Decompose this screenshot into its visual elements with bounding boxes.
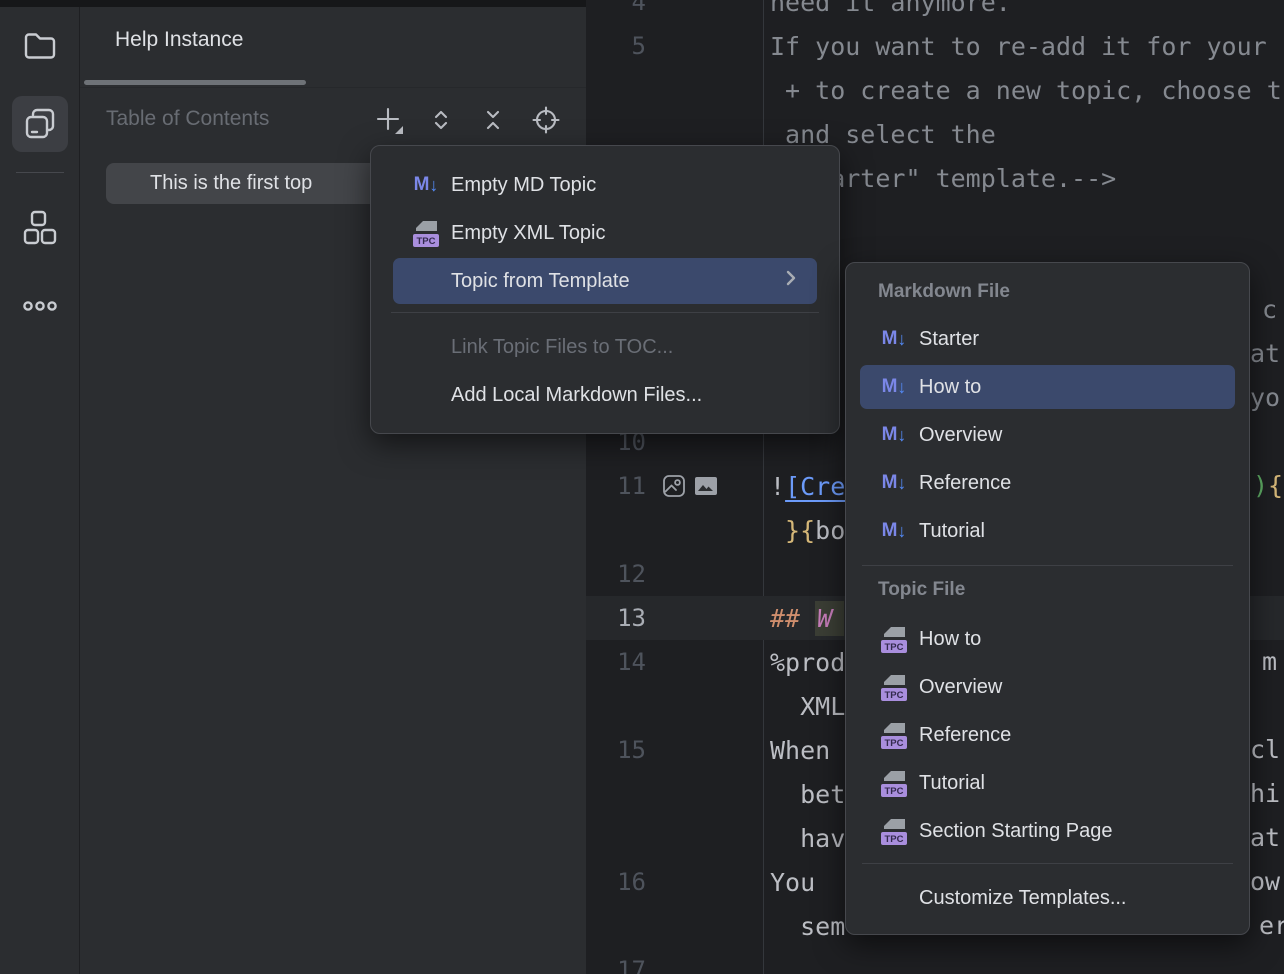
brace-tokens: }{ (770, 516, 815, 545)
submenu-item-overview-md[interactable]: M↓ Overview (860, 413, 1235, 457)
topic-file-icon: TPC (879, 720, 909, 750)
section-header-topic-file: Topic File (878, 575, 965, 605)
menu-item-topic-from-template[interactable]: Topic from Template (393, 258, 817, 304)
menu-separator (862, 863, 1233, 864)
header-divider (80, 87, 586, 88)
markdown-file-icon: M↓ (411, 174, 441, 196)
menu-item-empty-md-topic[interactable]: M↓ Empty MD Topic (393, 162, 817, 208)
code-fragment: cl (1250, 728, 1280, 772)
window-top-edge (0, 0, 586, 7)
svg-text:TPC: TPC (885, 642, 904, 653)
paren-fragment: ) (1253, 464, 1268, 508)
expand-all-button[interactable] (424, 103, 458, 137)
code-fragment: m (1262, 640, 1277, 684)
markdown-file-icon: M↓ (879, 328, 909, 350)
code-fragment: at (1250, 816, 1280, 860)
code-line: 4need it anymore. (586, 0, 1284, 24)
code-fragment: er (1259, 904, 1284, 948)
code-fragment: at (1250, 332, 1280, 376)
topic-file-icon: TPC (879, 816, 909, 846)
menu-item-link-topic-files: Link Topic Files to TOC... (393, 324, 817, 370)
submenu-item-tutorial-tpc[interactable]: TPC Tutorial (860, 761, 1235, 805)
brace-fragment: { (1268, 464, 1283, 508)
svg-text:TPC: TPC (885, 738, 904, 749)
folder-icon[interactable] (12, 18, 68, 74)
topic-file-icon: TPC (411, 218, 441, 248)
locate-button[interactable] (529, 103, 563, 137)
collapse-all-button[interactable] (476, 103, 510, 137)
structure-icon[interactable] (12, 200, 68, 256)
code-fragment: yo (1250, 376, 1280, 420)
topic-file-icon: TPC (879, 672, 909, 702)
submenu-item-reference-md[interactable]: M↓ Reference (860, 461, 1235, 505)
sidebar-divider (16, 172, 64, 173)
svg-text:TPC: TPC (885, 834, 904, 845)
topic-file-icon: TPC (879, 624, 909, 654)
submenu-chevron-icon (777, 265, 803, 297)
markdown-image-bang: ! (770, 472, 785, 501)
menu-separator (862, 565, 1233, 566)
more-icon[interactable] (12, 278, 68, 334)
markdown-file-icon: M↓ (879, 472, 909, 494)
section-header-markdown-file: Markdown File (878, 277, 1010, 307)
submenu-item-section-starting-page[interactable]: TPC Section Starting Page (860, 809, 1235, 853)
submenu-item-overview-tpc[interactable]: TPC Overview (860, 665, 1235, 709)
markdown-file-icon: M↓ (879, 520, 909, 542)
menu-item-add-local-markdown[interactable]: Add Local Markdown Files... (393, 372, 817, 418)
svg-text:TPC: TPC (885, 690, 904, 701)
markdown-image-link: [Cre (785, 472, 845, 501)
image-outline-gutter-icon[interactable] (662, 474, 686, 498)
image-preview-gutter-icon[interactable] (694, 474, 718, 498)
markdown-file-icon: M↓ (879, 376, 909, 398)
code-line: 5If you want to re-add it for your (586, 24, 1284, 68)
ide-window: Help Instance Table of Contents This is … (0, 0, 1284, 974)
code-fragment: hi (1250, 772, 1280, 816)
markdown-file-icon: M↓ (879, 424, 909, 446)
panel-title: Help Instance (115, 28, 243, 52)
submenu-item-starter[interactable]: M↓ Starter (860, 317, 1235, 361)
activity-bar (0, 0, 80, 974)
submenu-item-how-to-tpc[interactable]: TPC How to (860, 617, 1235, 661)
svg-text:TPC: TPC (417, 236, 436, 247)
svg-text:TPC: TPC (885, 786, 904, 797)
add-topic-context-menu: M↓ Empty MD Topic TPC Empty XML Topic To… (370, 145, 840, 434)
copy-windows-icon[interactable] (12, 96, 68, 152)
menu-item-empty-xml-topic[interactable]: TPC Empty XML Topic (393, 210, 817, 256)
heading-marks: ## (770, 604, 815, 633)
submenu-item-reference-tpc[interactable]: TPC Reference (860, 713, 1235, 757)
toc-item-first-topic[interactable]: This is the first top (106, 163, 384, 204)
topic-file-icon: TPC (879, 768, 909, 798)
menu-separator (391, 312, 819, 313)
submenu-item-how-to-md[interactable]: M↓ How to (860, 365, 1235, 409)
template-submenu: Markdown File M↓ Starter M↓ How to M↓ Ov… (845, 262, 1250, 935)
code-fragment: ow (1250, 860, 1280, 904)
toc-header-label: Table of Contents (106, 107, 269, 131)
code-fragment: c (1262, 288, 1277, 332)
code-line: 17 (586, 948, 1284, 974)
add-topic-button[interactable] (372, 103, 406, 137)
heading-word-highlighted: W (815, 601, 844, 636)
submenu-item-customize-templates[interactable]: Customize Templates... (860, 875, 1235, 921)
active-tab-indicator (84, 80, 306, 85)
submenu-item-tutorial-md[interactable]: M↓ Tutorial (860, 509, 1235, 553)
code-line: + to create a new topic, choose t (586, 68, 1284, 112)
